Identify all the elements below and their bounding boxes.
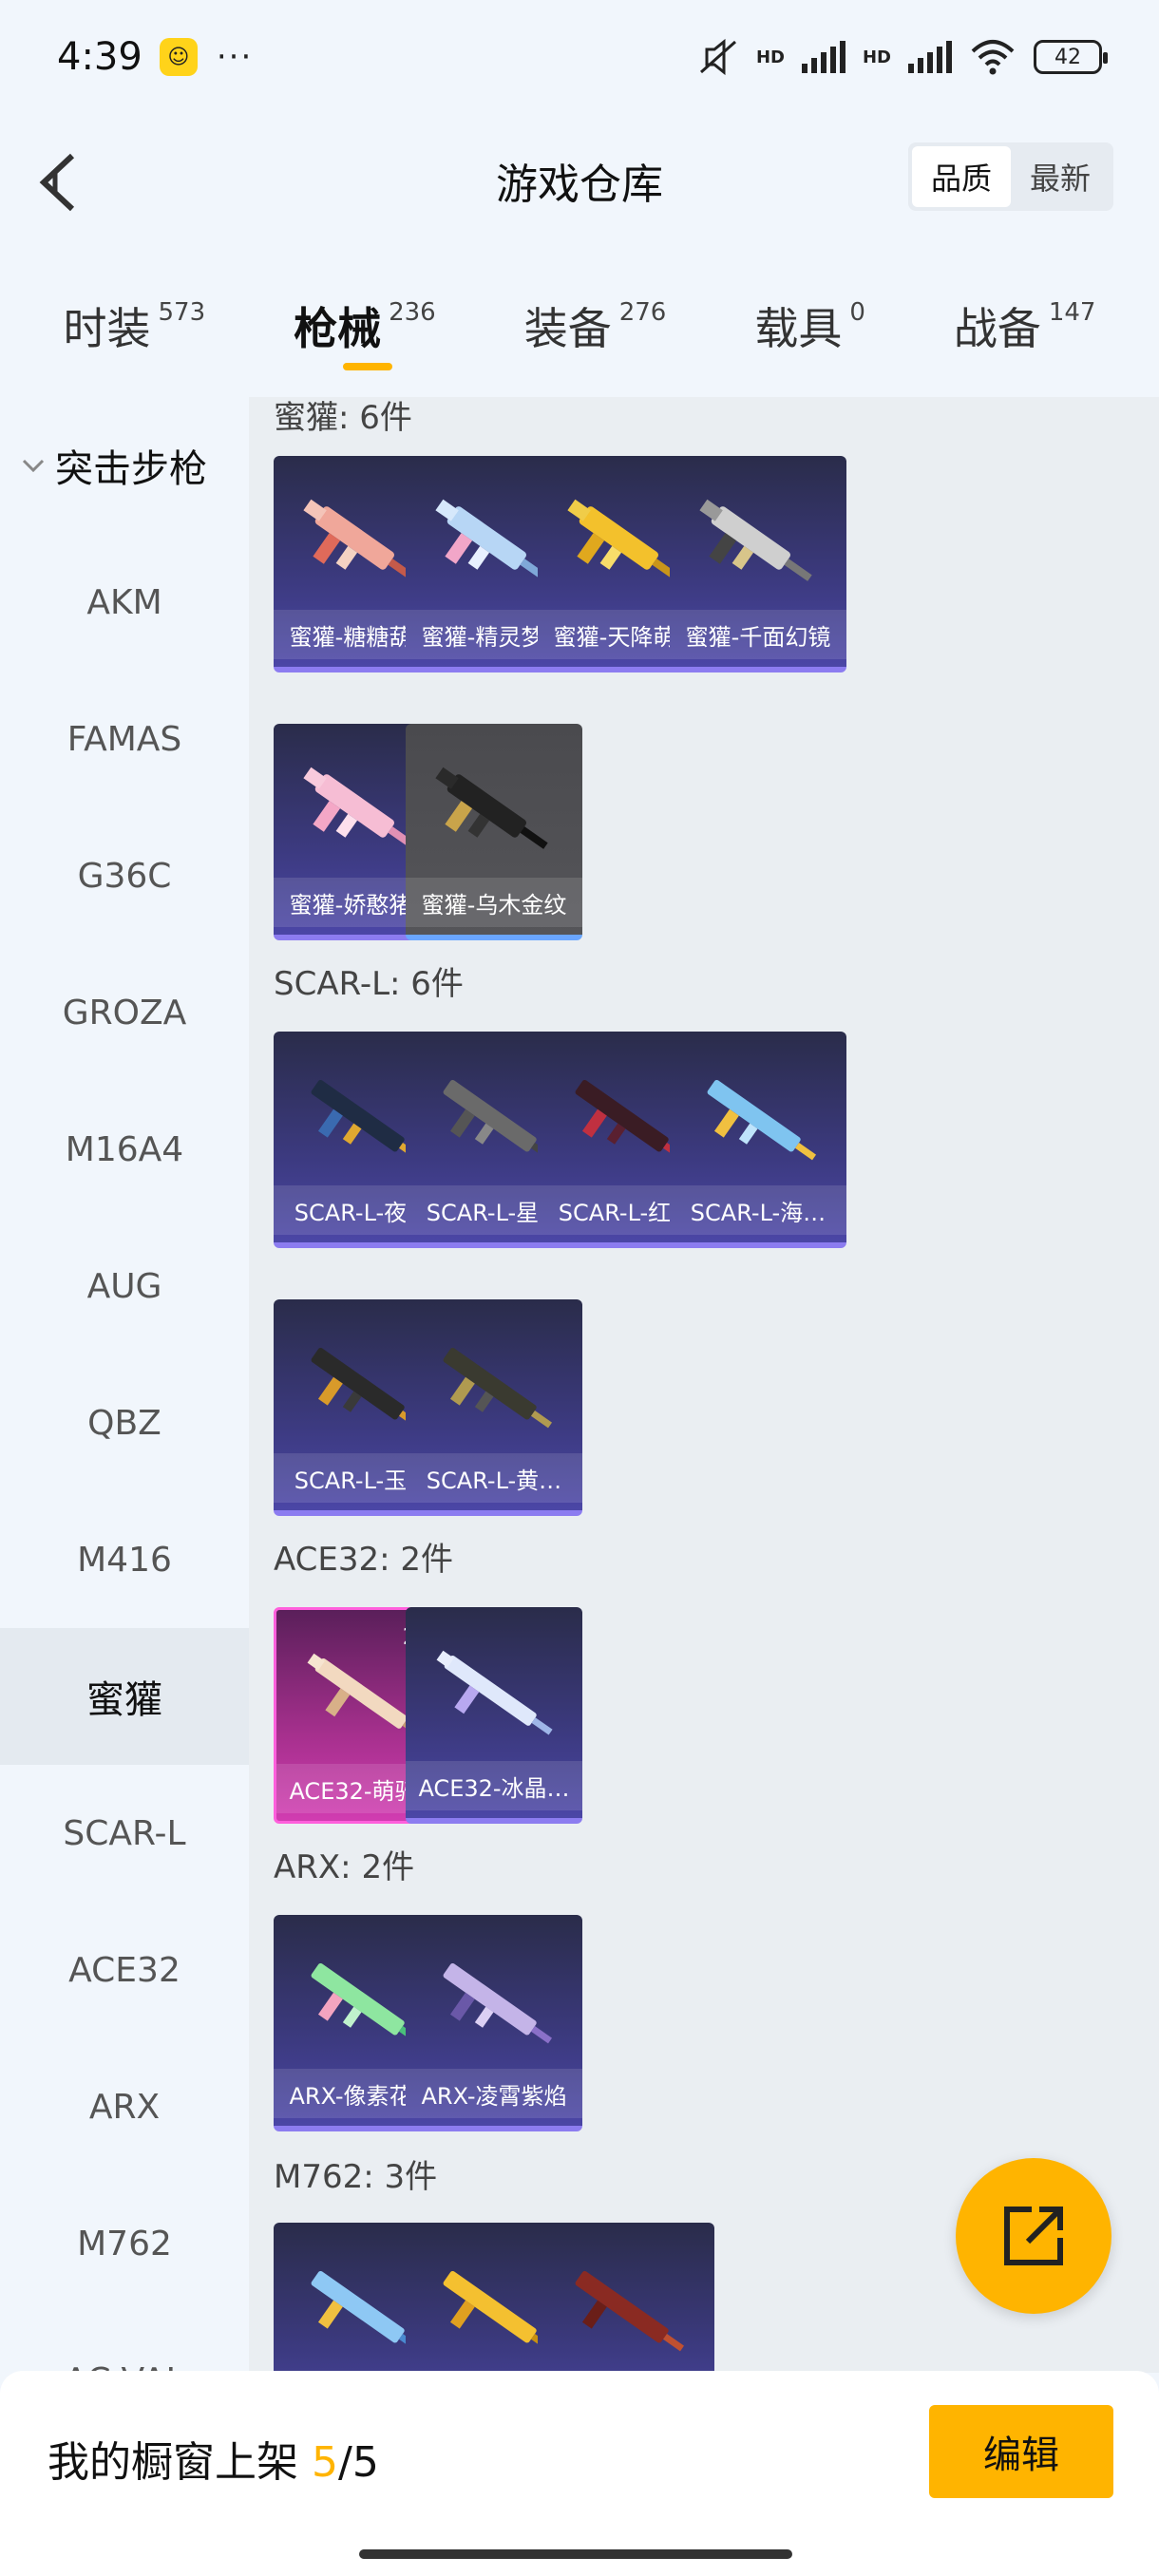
bottom-bar: 我的橱窗上架 5/5 编辑: [0, 2371, 1159, 2576]
sidebar-item-groza[interactable]: GROZA: [0, 944, 249, 1081]
section-title: SCAR-L: 6件: [274, 965, 464, 1003]
rifle-icon: [406, 1624, 582, 1767]
showcase-separator: /: [338, 2438, 352, 2487]
app-notification-icon: ☺: [159, 38, 198, 76]
status-bar: 4:39 ☺ ··· HD HD 42: [0, 0, 1159, 114]
sidebar-item-scar-l[interactable]: SCAR-L: [0, 1765, 249, 1902]
skin-name: ARX-凌霄紫焰: [406, 2069, 582, 2118]
rifle-icon: [538, 2240, 714, 2373]
battery-icon: 42: [1034, 40, 1108, 74]
showcase-label: 我的橱窗上架: [48, 2438, 298, 2487]
skin-card[interactable]: [538, 2223, 714, 2373]
rifle-icon: [670, 473, 846, 616]
tab-count: 573: [158, 298, 206, 327]
sidebar-item-ace32[interactable]: ACE32: [0, 1902, 249, 2038]
chevron-down-icon: [21, 458, 46, 473]
sidebar-item-arx[interactable]: ARX: [0, 2038, 249, 2175]
tab-label: 装备: [523, 303, 612, 354]
active-tab-indicator: [343, 363, 393, 370]
showcase-status: 我的橱窗上架 5/5: [48, 2428, 379, 2489]
sidebar-group-label: 突击步枪: [55, 447, 207, 491]
sidebar-item-honey-badger[interactable]: 蜜獾: [0, 1628, 249, 1765]
skin-name: ACE32-冰晶…: [406, 1761, 582, 1810]
sidebar-item-g36c[interactable]: G36C: [0, 807, 249, 944]
skin-name: 蜜獾-乌木金纹: [406, 878, 582, 927]
skin-card[interactable]: ACE32-冰晶…: [406, 1607, 582, 1824]
signal-icon-1: [801, 41, 846, 73]
home-indicator[interactable]: [359, 2549, 792, 2559]
rifle-icon: [406, 1316, 582, 1459]
rifle-icon: [406, 1932, 582, 2074]
tab-label: 枪械: [294, 303, 382, 354]
status-time: 4:39: [57, 35, 142, 79]
tab-count: 147: [1048, 298, 1096, 327]
wifi-icon: [971, 40, 1015, 75]
section-title: ARX: 2件: [274, 1848, 415, 1886]
signal-icon-2: [908, 41, 952, 73]
section-title: M762: 3件: [274, 2158, 438, 2196]
sort-segment: 品质 最新: [908, 142, 1113, 211]
section-title: 蜜獾: 6件: [274, 399, 412, 437]
skin-card[interactable]: 蜜獾-千面幻镜: [670, 456, 846, 672]
mute-icon: [699, 38, 736, 76]
tab-vehicles[interactable]: 载具 0: [754, 266, 865, 389]
sidebar-item-m762[interactable]: M762: [0, 2175, 249, 2312]
share-icon: [1004, 2207, 1063, 2265]
section-title: ACE32: 2件: [274, 1541, 454, 1579]
sidebar-item-ac-val[interactable]: AC-VAL: [0, 2312, 249, 2374]
sidebar-item-aug[interactable]: AUG: [0, 1218, 249, 1354]
tab-count: 276: [618, 298, 667, 327]
sidebar-group-assault-rifles[interactable]: 突击步枪: [0, 397, 249, 534]
tab-label: 战备: [953, 303, 1041, 354]
skin-card[interactable]: ARX-凌霄紫焰: [406, 1915, 582, 2131]
sort-latest-button[interactable]: 最新: [1011, 146, 1110, 207]
sidebar-item-akm[interactable]: AKM: [0, 534, 249, 671]
tab-count: 0: [849, 298, 865, 327]
hd-label-2: HD: [862, 47, 891, 67]
sidebar-item-qbz[interactable]: QBZ: [0, 1354, 249, 1491]
hd-label-1: HD: [755, 47, 785, 67]
category-tabs: 时装 573 枪械 236 装备 276 载具 0 战备 147: [0, 266, 1159, 389]
tab-equipment[interactable]: 装备 276: [524, 266, 667, 389]
skin-name: SCAR-L-海…: [670, 1185, 846, 1235]
skin-card[interactable]: SCAR-L-黄…: [406, 1299, 582, 1516]
skin-card[interactable]: 蜜獾-乌木金纹: [406, 724, 582, 940]
skin-name: SCAR-L-黄…: [406, 1453, 582, 1503]
header: 游戏仓库 品质 最新: [0, 114, 1159, 247]
skin-name: 蜜獾-千面幻镜: [670, 610, 846, 659]
tab-count: 236: [389, 298, 436, 327]
tab-label: 载具: [754, 303, 843, 354]
tab-fashion[interactable]: 时装 573: [63, 266, 205, 389]
showcase-total: 5: [352, 2438, 379, 2487]
tab-label: 时装: [63, 303, 151, 354]
skin-card[interactable]: SCAR-L-海…: [670, 1032, 846, 1248]
weapon-grid: 蜜獾: 6件 蜜獾-糖糖葫芦 蜜獾-精灵梦… 蜜獾-天降萌叽 蜜獾-千面幻镜 蜜…: [249, 397, 1159, 2373]
share-button[interactable]: [956, 2158, 1112, 2314]
sidebar-item-m416[interactable]: M416: [0, 1491, 249, 1628]
rifle-icon: [670, 1049, 846, 1191]
sidebar-item-m16a4[interactable]: M16A4: [0, 1081, 249, 1218]
showcase-current: 5: [312, 2438, 338, 2487]
sidebar-item-famas[interactable]: FAMAS: [0, 671, 249, 807]
edit-button[interactable]: 编辑: [929, 2405, 1113, 2498]
weapon-sidebar: 突击步枪 AKM FAMAS G36C GROZA M16A4 AUG QBZ …: [0, 397, 249, 2373]
sort-quality-button[interactable]: 品质: [912, 146, 1011, 207]
rifle-icon: [406, 741, 582, 883]
tab-guns[interactable]: 枪械 236: [294, 266, 436, 389]
tab-supplies[interactable]: 战备 147: [954, 266, 1096, 389]
more-notifications-icon: ···: [216, 38, 254, 76]
